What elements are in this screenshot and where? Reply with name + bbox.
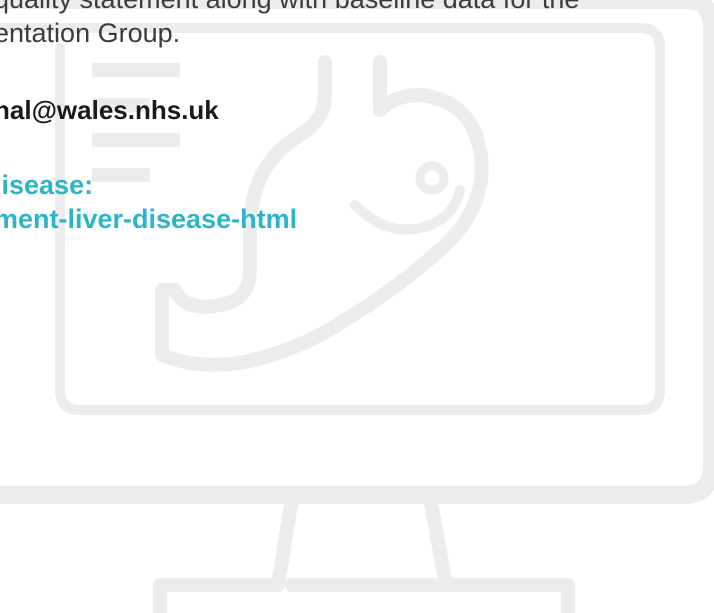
- statement-text-line-2: entation Group.: [0, 18, 181, 48]
- monitor-stand-icon: [153, 491, 575, 613]
- stomach-inner-fold: [350, 185, 465, 235]
- liver-disease-heading-link[interactable]: lisease:: [0, 172, 93, 199]
- liver-disease-url-link[interactable]: ment-liver-disease-html: [0, 206, 297, 233]
- statement-text-line-1: quality statement along with baseline da…: [0, 0, 579, 13]
- stomach-node: [415, 161, 449, 195]
- background-illustration: [0, 0, 714, 613]
- contact-email-link[interactable]: nal@wales.nhs.uk: [0, 97, 219, 123]
- document-page: quality statement along with baseline da…: [0, 0, 714, 613]
